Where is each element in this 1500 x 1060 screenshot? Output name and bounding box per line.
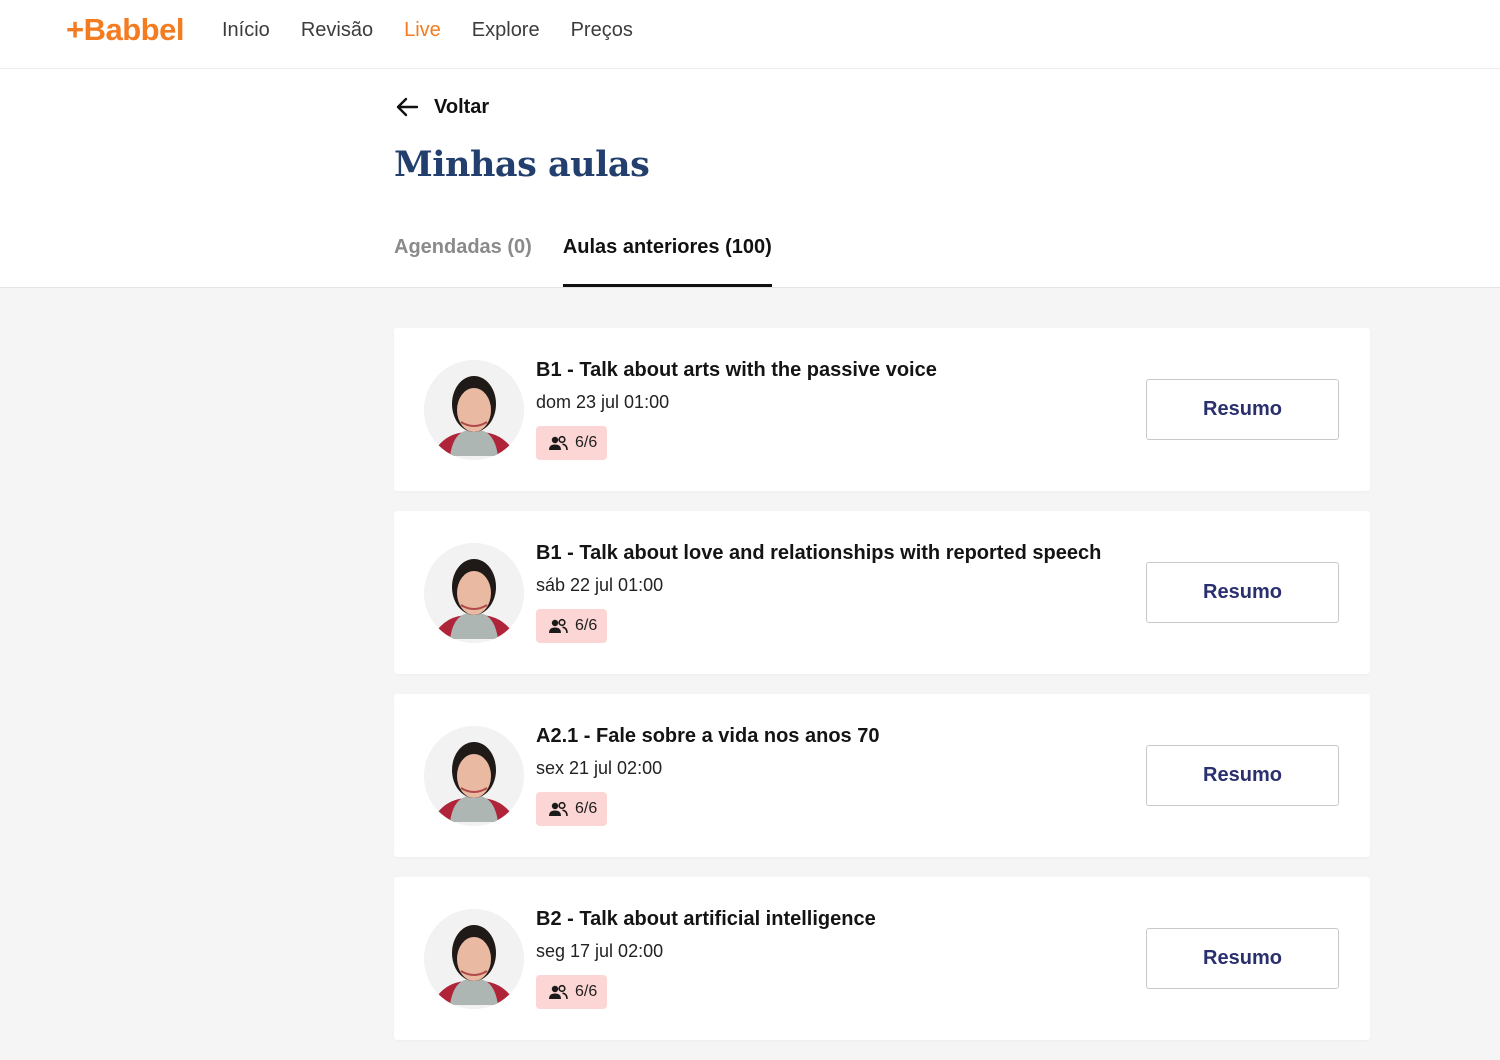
lesson-date: sex 21 jul 02:00 xyxy=(536,758,663,778)
tutor-portrait-icon xyxy=(424,726,524,826)
lesson-date: dom 23 jul 01:00 xyxy=(536,392,670,412)
participants-count: 6/6 xyxy=(575,434,598,451)
lesson-list: B1 - Talk about arts with the passive vo… xyxy=(394,328,1370,1060)
participants-badge: 6/6 xyxy=(536,975,608,1009)
people-icon xyxy=(549,801,568,817)
people-icon xyxy=(549,618,568,634)
lesson-card: B1 - Talk about love and relationships w… xyxy=(394,511,1370,674)
nav-item-revisao[interactable]: Revisão xyxy=(301,18,373,42)
nav-item-live[interactable]: Live xyxy=(404,18,441,42)
participants-count: 6/6 xyxy=(575,800,598,817)
nav-item-precos[interactable]: Preços xyxy=(571,18,633,42)
lesson-card: B2 - Talk about artificial intelligence … xyxy=(394,877,1370,1040)
summary-button[interactable]: Resumo xyxy=(1146,562,1339,623)
tutor-avatar xyxy=(424,909,524,1009)
top-navigation-bar: +Babbel Início Revisão Live Explore Preç… xyxy=(0,0,1500,69)
participants-count: 6/6 xyxy=(575,983,598,1000)
tutor-avatar xyxy=(424,360,524,460)
lesson-date: seg 17 jul 02:00 xyxy=(536,941,664,961)
page-title: Minhas aulas xyxy=(394,144,650,185)
summary-button[interactable]: Resumo xyxy=(1146,379,1339,440)
summary-button[interactable]: Resumo xyxy=(1146,745,1339,806)
babbel-logo[interactable]: +Babbel xyxy=(66,12,184,48)
lesson-title: B1 - Talk about love and relationships w… xyxy=(536,542,1102,564)
lesson-card: B1 - Talk about arts with the passive vo… xyxy=(394,328,1370,491)
lesson-title: B2 - Talk about artificial intelligence xyxy=(536,908,876,930)
participants-badge: 6/6 xyxy=(536,609,608,643)
tab-past-lessons[interactable]: Aulas anteriores (100) xyxy=(562,236,772,287)
lesson-tabs: Agendadas (0) Aulas anteriores (100) xyxy=(394,236,803,287)
nav-item-inicio[interactable]: Início xyxy=(222,18,270,42)
tutor-portrait-icon xyxy=(424,360,524,460)
lesson-card: A2.1 - Fale sobre a vida nos anos 70 sex… xyxy=(394,694,1370,857)
nav-item-explore[interactable]: Explore xyxy=(472,18,540,42)
back-link[interactable]: Voltar xyxy=(394,94,489,120)
lesson-title: B1 - Talk about arts with the passive vo… xyxy=(536,359,937,381)
back-label: Voltar xyxy=(434,95,490,118)
people-icon xyxy=(549,984,568,1000)
main-nav: Início Revisão Live Explore Preços xyxy=(222,18,664,42)
tutor-portrait-icon xyxy=(424,909,524,1009)
lesson-date: sáb 22 jul 01:00 xyxy=(536,575,664,595)
tutor-portrait-icon xyxy=(424,543,524,643)
participants-badge: 6/6 xyxy=(536,792,608,826)
arrow-left-icon xyxy=(396,97,419,117)
people-icon xyxy=(549,435,568,451)
tutor-avatar xyxy=(424,726,524,826)
summary-button[interactable]: Resumo xyxy=(1146,928,1339,989)
tutor-avatar xyxy=(424,543,524,643)
participants-count: 6/6 xyxy=(575,617,598,634)
lesson-title: A2.1 - Fale sobre a vida nos anos 70 xyxy=(536,725,880,747)
tab-scheduled[interactable]: Agendadas (0) xyxy=(394,236,532,287)
participants-badge: 6/6 xyxy=(536,426,608,460)
